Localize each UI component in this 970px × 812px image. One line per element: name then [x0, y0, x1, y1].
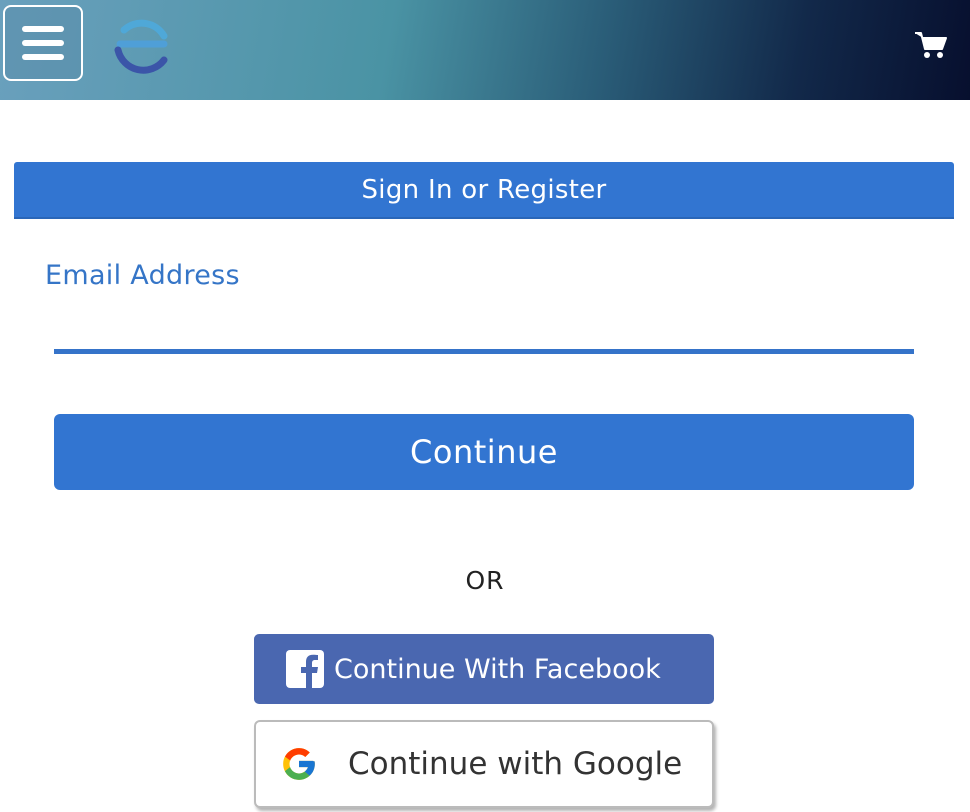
signin-register-header: Sign In or Register [14, 162, 954, 219]
top-header [0, 0, 970, 100]
google-label: Continue with Google [348, 746, 683, 782]
signin-title: Sign In or Register [361, 174, 607, 205]
continue-with-google-button[interactable]: Continue with Google [254, 720, 714, 808]
google-icon [283, 748, 315, 780]
shopping-cart-icon[interactable] [914, 30, 948, 60]
facebook-icon [286, 650, 324, 688]
hamburger-menu-icon [22, 26, 64, 60]
menu-button[interactable] [3, 5, 83, 81]
or-divider: OR [465, 566, 505, 595]
brand-logo-icon[interactable] [110, 14, 174, 76]
facebook-label: Continue With Facebook [334, 653, 661, 685]
email-label: Email Address [45, 260, 240, 291]
continue-label: Continue [410, 433, 558, 471]
continue-with-facebook-button[interactable]: Continue With Facebook [254, 634, 714, 704]
email-field[interactable] [54, 296, 914, 354]
continue-button[interactable]: Continue [54, 414, 914, 490]
